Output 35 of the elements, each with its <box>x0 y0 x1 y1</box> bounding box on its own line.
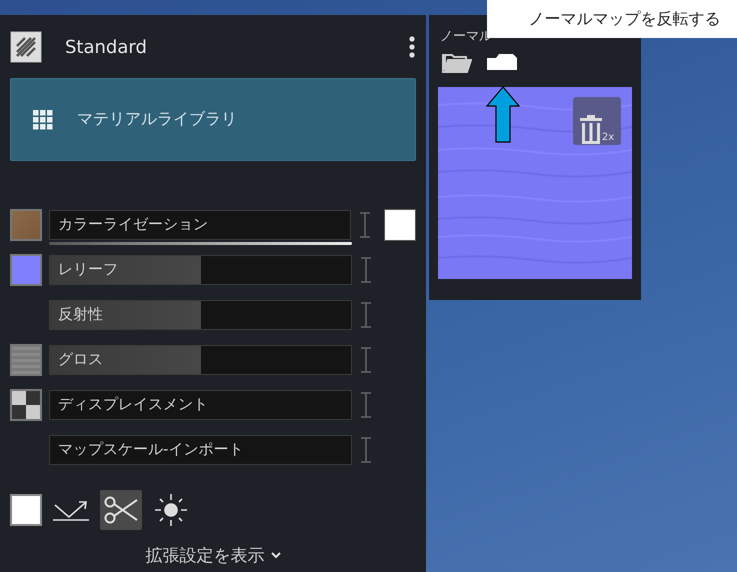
reflect-icon <box>52 498 90 522</box>
trash-icon <box>580 115 602 145</box>
material-thumbnail[interactable] <box>10 31 42 63</box>
material-library-button[interactable]: マテリアルライブラリ <box>10 78 416 161</box>
advanced-settings-toggle[interactable]: 拡張設定を表示 <box>142 542 284 569</box>
text-cursor-icon <box>359 210 372 240</box>
color-swatch[interactable] <box>10 254 42 286</box>
text-cursor-icon <box>360 344 372 374</box>
box-icon[interactable] <box>486 53 518 71</box>
scissors-button[interactable] <box>100 490 142 530</box>
channel-field[interactable]: 反射性 <box>49 300 352 330</box>
texture-swatch[interactable] <box>10 208 42 240</box>
delete-button[interactable]: 2x <box>573 97 621 145</box>
checker-swatch[interactable] <box>10 388 42 420</box>
chevron-down-icon <box>270 552 280 559</box>
channel-field[interactable]: マップスケール-インポート <box>49 434 352 464</box>
tooltip: ノーマルマップを反転する <box>487 0 737 38</box>
reference-swatch[interactable] <box>384 208 416 240</box>
channel-field[interactable]: レリーフ <box>49 254 352 284</box>
text-cursor-icon <box>360 254 372 284</box>
text-cursor-icon <box>360 390 372 420</box>
folder-icon[interactable] <box>442 51 472 73</box>
grid-icon <box>33 110 53 130</box>
more-icon[interactable] <box>408 36 416 58</box>
scissors-icon <box>104 496 138 524</box>
material-name: Standard <box>65 36 148 58</box>
channel-field[interactable]: ディスプレイスメント <box>49 390 352 420</box>
light-icon <box>154 493 188 527</box>
pointer-arrow <box>486 86 520 143</box>
text-cursor-icon <box>360 300 372 330</box>
color-swatch-button[interactable] <box>10 494 42 526</box>
channel-field[interactable]: カラーライゼーション <box>49 210 352 240</box>
channel-field[interactable]: グロス <box>49 344 352 374</box>
text-cursor-icon <box>360 434 372 464</box>
texture-swatch[interactable] <box>10 344 42 376</box>
